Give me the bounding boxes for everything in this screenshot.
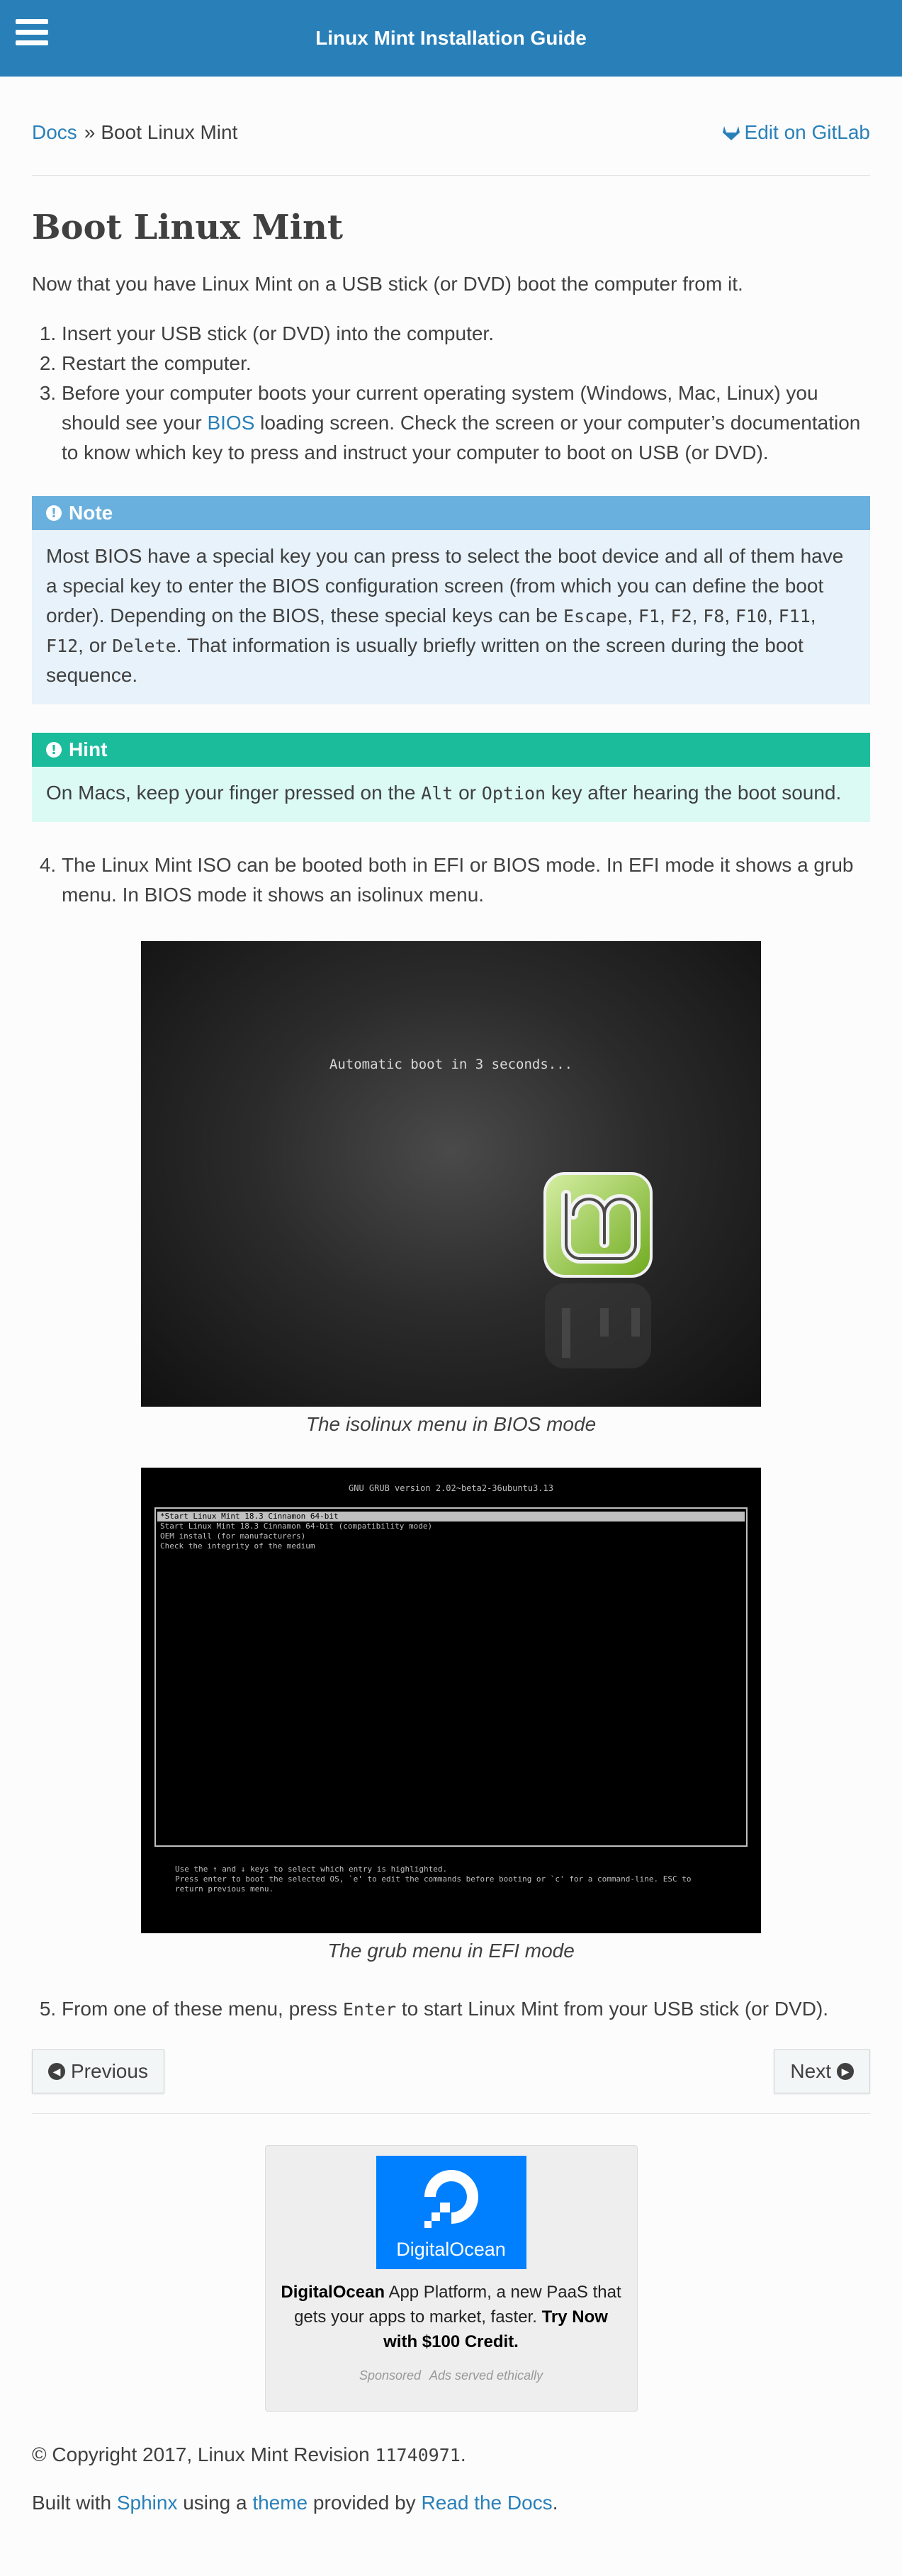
intro-paragraph: Now that you have Linux Mint on a USB st… (32, 273, 743, 296)
note-title: Note (69, 502, 113, 524)
grub-menu-box: *Start Linux Mint 18.3 Cinnamon 64-bit S… (154, 1507, 748, 1847)
key-f8: F8 (703, 606, 725, 627)
note-body: Most BIOS have a special key you can pre… (32, 530, 870, 705)
breadcrumb-current: Boot Linux Mint (101, 120, 238, 143)
ad-sponsored-label: Sponsored (359, 2368, 421, 2383)
footer-end: . (552, 2492, 558, 2514)
step-2: Restart the computer. (62, 349, 870, 378)
exclamation-circle-icon: ! (46, 505, 62, 522)
key-option: Option (481, 783, 546, 804)
grub-figure: GNU GRUB version 2.02~beta2-36ubuntu3.13… (32, 1468, 870, 1966)
hint-title-bar: ! Hint (32, 733, 870, 767)
provided-by-text: provided by (308, 2492, 422, 2514)
breadcrumb-separator: » (84, 120, 96, 143)
breadcrumb-trail: Docs » Boot Linux Mint (32, 118, 237, 147)
hint-admonition: ! Hint On Macs, keep your finger pressed… (32, 733, 870, 823)
sphinx-link[interactable]: Sphinx (117, 2492, 178, 2514)
key-f10: F10 (735, 606, 768, 627)
copyright-end: . (460, 2443, 466, 2466)
prev-next-navigation: ◀ Previous Next ▶ (32, 2049, 870, 2115)
hint-text-2: key after hearing the boot sound. (546, 782, 842, 804)
read-the-docs-link[interactable]: Read the Docs (421, 2492, 552, 2514)
key-alt: Alt (421, 783, 453, 804)
built-with-line: Built with Sphinx using a theme provided… (32, 2488, 870, 2518)
exclamation-circle-icon: ! (46, 742, 62, 758)
key-delete: Delete (112, 636, 176, 657)
revision-number: 11740971 (375, 2445, 461, 2466)
page-footer: © Copyright 2017, Linux Mint Revision 11… (32, 2440, 870, 2518)
note-text-1: Most BIOS have a special key you can pre… (46, 545, 844, 627)
hint-title: Hint (69, 738, 108, 761)
next-label: Next (790, 2060, 831, 2083)
grub-entry: OEM install (for manufacturers) (160, 1531, 306, 1541)
edit-on-gitlab-label: Edit on GitLab (744, 120, 870, 143)
hint-text-or: or (453, 782, 482, 804)
arrow-circle-left-icon: ◀ (48, 2063, 65, 2081)
breadcrumb-docs-link[interactable]: Docs (32, 121, 77, 143)
grub-screenshot: GNU GRUB version 2.02~beta2-36ubuntu3.13… (141, 1468, 761, 1934)
key-f1: F1 (638, 606, 660, 627)
copyright-line: © Copyright 2017, Linux Mint Revision 11… (32, 2440, 870, 2470)
theme-link[interactable]: theme (252, 2492, 308, 2514)
isolinux-caption: The isolinux menu in BIOS mode (305, 1413, 597, 1436)
ad-ethical-link[interactable]: Ads served ethically (429, 2368, 543, 2383)
hint-text-1: On Macs, keep your finger pressed on the (46, 782, 422, 804)
gitlab-icon (722, 125, 740, 140)
breadcrumb: Docs » Boot Linux Mint Edit on GitLab (32, 77, 870, 176)
grub-entry: Check the integrity of the medium (160, 1541, 315, 1551)
note-admonition: ! Note Most BIOS have a special key you … (32, 496, 870, 705)
ad-brand: DigitalOcean (281, 2283, 385, 2302)
step-3: Before your computer boots your current … (62, 378, 870, 468)
key-f12: F12 (46, 636, 79, 657)
page-title: Boot Linux Mint (32, 208, 344, 247)
top-nav-bar: Linux Mint Installation Guide (0, 0, 902, 77)
next-button[interactable]: Next ▶ (774, 2049, 870, 2094)
hint-body: On Macs, keep your finger pressed on the… (32, 767, 870, 823)
step-5-text-before: From one of these menu, press (62, 1998, 343, 2020)
bios-link[interactable]: BIOS (207, 412, 254, 434)
steps-list: Insert your USB stick (or DVD) into the … (32, 319, 870, 468)
step-1: Insert your USB stick (or DVD) into the … (62, 319, 870, 349)
isolinux-boot-text: Automatic boot in 3 seconds... (329, 1057, 573, 1073)
key-f2: F2 (670, 606, 692, 627)
note-title-bar: ! Note (32, 496, 870, 531)
step-5: From one of these menu, press Enter to s… (62, 1994, 870, 2024)
sponsored-ad: DigitalOcean DigitalOcean App Platform, … (264, 2145, 638, 2412)
copyright-text: © Copyright 2017, Linux Mint Revision (32, 2443, 376, 2466)
arrow-circle-right-icon: ▶ (837, 2063, 854, 2081)
step-4: The Linux Mint ISO can be booted both in… (62, 850, 870, 910)
hamburger-icon[interactable] (16, 19, 48, 50)
linux-mint-logo-icon (543, 1172, 653, 1369)
key-enter: Enter (342, 1999, 397, 2020)
ad-text[interactable]: DigitalOcean App Platform, a new PaaS th… (266, 2269, 637, 2354)
digitalocean-icon (424, 2170, 478, 2229)
key-f11: F11 (778, 606, 811, 627)
digitalocean-logo[interactable]: DigitalOcean (376, 2156, 526, 2270)
previous-label: Previous (71, 2060, 148, 2083)
isolinux-screenshot: Automatic boot in 3 seconds... (141, 941, 761, 1407)
grub-header: GNU GRUB version 2.02~beta2-36ubuntu3.13 (349, 1483, 553, 1494)
grub-entry: *Start Linux Mint 18.3 Cinnamon 64-bit (157, 1512, 745, 1522)
using-a-text: using a (177, 2492, 253, 2514)
built-with-text: Built with (32, 2492, 117, 2514)
key-escape: Escape (563, 606, 628, 627)
site-title[interactable]: Linux Mint Installation Guide (315, 23, 587, 53)
grub-entry: Start Linux Mint 18.3 Cinnamon 64-bit (c… (160, 1522, 433, 1531)
previous-button[interactable]: ◀ Previous (32, 2049, 164, 2094)
grub-caption: The grub menu in EFI mode (327, 1940, 575, 1962)
edit-on-gitlab-link[interactable]: Edit on GitLab (722, 118, 870, 147)
grub-footer-help: Use the ↑ and ↓ keys to select which ent… (175, 1864, 692, 1894)
ad-meta: Sponsored Ads served ethically (266, 2366, 637, 2385)
digitalocean-logo-text: DigitalOcean (396, 2239, 506, 2261)
steps-list-final: From one of these menu, press Enter to s… (32, 1994, 870, 2024)
steps-list-continued: The Linux Mint ISO can be booted both in… (32, 850, 870, 910)
step-5-text-after: to start Linux Mint from your USB stick … (396, 1998, 829, 2020)
isolinux-figure: Automatic boot in 3 seconds... The isoli… (32, 941, 870, 1439)
main-content: Docs» Boot Linux Mint Edit on GitLab Boot… (0, 77, 902, 2518)
